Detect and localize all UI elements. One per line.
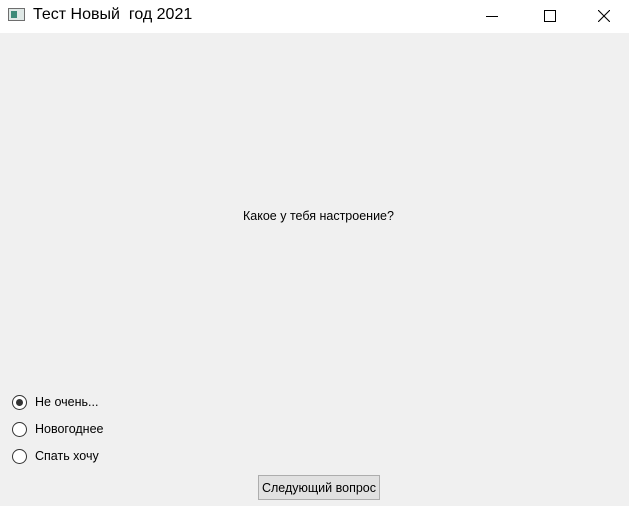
title-bar[interactable]: Тест Новый год 2021 [0, 0, 629, 33]
app-window-icon [8, 8, 25, 21]
option-label: Спать хочу [35, 449, 99, 463]
option-ne-ochen[interactable]: Не очень... [12, 393, 98, 411]
maximize-button[interactable] [521, 0, 579, 31]
close-icon [598, 9, 610, 22]
option-spat-hochu[interactable]: Спать хочу [12, 447, 99, 465]
question-text: Какое у тебя настроение? [243, 209, 394, 223]
minimize-button[interactable] [463, 0, 521, 31]
maximize-icon [544, 9, 556, 22]
next-question-button[interactable]: Следующий вопрос [258, 475, 380, 500]
option-novogodnee[interactable]: Новогоднее [12, 420, 104, 438]
radio-button[interactable] [12, 421, 27, 437]
option-label: Не очень... [35, 395, 99, 409]
close-button[interactable] [579, 0, 629, 31]
minimize-icon [486, 15, 498, 17]
radio-button-selected[interactable] [12, 394, 27, 410]
option-label: Новогоднее [35, 422, 104, 436]
window-title: Тест Новый год 2021 [33, 6, 193, 23]
radio-button[interactable] [12, 448, 27, 464]
